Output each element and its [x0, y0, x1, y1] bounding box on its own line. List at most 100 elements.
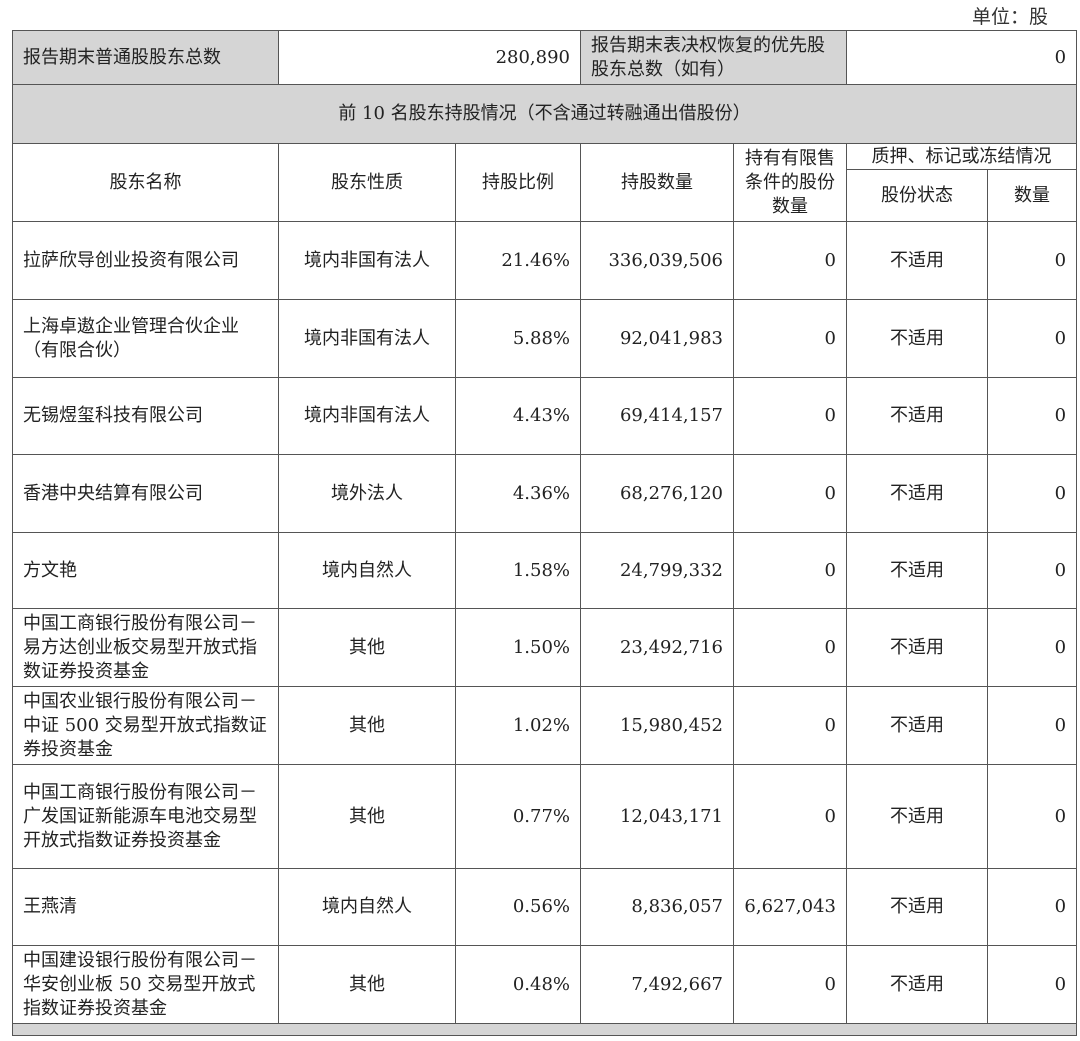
holder-quantity: 24,799,332: [580, 532, 734, 609]
holder-restricted-quantity: 0: [733, 945, 847, 1024]
holder-nature: 境内非国有法人: [278, 299, 456, 378]
holder-restricted-quantity: 6,627,043: [733, 868, 847, 946]
holder-ratio: 4.43%: [455, 377, 581, 455]
preferred-holders-label: 报告期末表决权恢复的优先股股东总数（如有）: [580, 30, 847, 85]
holder-nature: 境外法人: [278, 454, 456, 533]
table-row: 中国工商银行股份有限公司－易方达创业板交易型开放式指数证券投资基金 其他 1.50%…: [12, 608, 1078, 687]
holder-ratio: 1.50%: [455, 608, 581, 687]
holder-quantity: 15,980,452: [580, 686, 734, 765]
header-pledge-status: 股份状态: [846, 169, 988, 222]
holder-pledge-quantity: 0: [986, 945, 1078, 1024]
holder-quantity: 12,043,171: [580, 764, 734, 869]
holder-pledge-status: 不适用: [846, 764, 988, 869]
header-ratio: 持股比例: [455, 143, 581, 222]
header-restricted: 持有有限售条件的股份数量: [733, 143, 847, 222]
holder-quantity: 23,492,716: [580, 608, 734, 687]
holder-name: 王燕清: [12, 868, 279, 946]
holder-ratio: 21.46%: [455, 221, 581, 300]
holder-name: 上海卓遨企业管理合伙企业（有限合伙）: [12, 299, 279, 378]
header-row: 股东名称 股东性质 持股比例 持股数量 持有有限售条件的股份数量 质押、标记或冻…: [12, 143, 1078, 222]
holder-restricted-quantity: 0: [733, 221, 847, 300]
holder-nature: 其他: [278, 764, 456, 869]
summary-row: 报告期末普通股股东总数 280,890 报告期末表决权恢复的优先股股东总数（如有…: [12, 30, 1078, 85]
holder-nature: 境内自然人: [278, 868, 456, 946]
holder-name: 中国建设银行股份有限公司－华安创业板 50 交易型开放式指数证券投资基金: [12, 945, 279, 1024]
holder-pledge-status: 不适用: [846, 377, 988, 455]
holder-name: 方文艳: [12, 532, 279, 609]
holder-nature: 其他: [278, 686, 456, 765]
holder-name: 无锡煜玺科技有限公司: [12, 377, 279, 455]
holder-name: 香港中央结算有限公司: [12, 454, 279, 533]
holder-restricted-quantity: 0: [733, 686, 847, 765]
table-row: 香港中央结算有限公司 境外法人 4.36% 68,276,120 0 不适用 0: [12, 454, 1078, 533]
holder-pledge-status: 不适用: [846, 221, 988, 300]
table-row: 方文艳 境内自然人 1.58% 24,799,332 0 不适用 0: [12, 532, 1078, 609]
table-continuation-row: [11, 1023, 1078, 1036]
holder-pledge-quantity: 0: [986, 454, 1078, 533]
holder-ratio: 0.77%: [455, 764, 581, 869]
holder-pledge-status: 不适用: [846, 454, 988, 533]
holder-ratio: 0.56%: [455, 868, 581, 946]
header-quantity: 持股数量: [580, 143, 734, 222]
section-title-row: 前 10 名股东持股情况（不含通过转融通出借股份）: [11, 84, 1078, 144]
holder-ratio: 4.36%: [455, 454, 581, 533]
table-row: 拉萨欣导创业投资有限公司 境内非国有法人 21.46% 336,039,506 0 不适用…: [12, 221, 1078, 300]
total-holders-label: 报告期末普通股股东总数: [12, 30, 279, 85]
shareholder-rows: 拉萨欣导创业投资有限公司 境内非国有法人 21.46% 336,039,506 0 不适用…: [12, 221, 1078, 1024]
holder-restricted-quantity: 0: [733, 764, 847, 869]
holder-quantity: 69,414,157: [580, 377, 734, 455]
total-holders-value: 280,890: [278, 30, 581, 85]
header-nature: 股东性质: [278, 143, 456, 222]
unit-label: 单位：股: [971, 6, 1048, 28]
holder-ratio: 1.58%: [455, 532, 581, 609]
header-pledge-group: 质押、标记或冻结情况: [845, 143, 1078, 170]
holder-pledge-quantity: 0: [986, 299, 1078, 378]
holder-pledge-status: 不适用: [846, 945, 988, 1024]
holder-quantity: 92,041,983: [580, 299, 734, 378]
holder-nature: 境内自然人: [278, 532, 456, 609]
holder-ratio: 1.02%: [455, 686, 581, 765]
holder-name: 中国农业银行股份有限公司－中证 500 交易型开放式指数证券投资基金: [12, 686, 279, 765]
holder-quantity: 7,492,667: [580, 945, 734, 1024]
holder-pledge-status: 不适用: [846, 299, 988, 378]
table-row: 中国建设银行股份有限公司－华安创业板 50 交易型开放式指数证券投资基金 其他 0.…: [12, 945, 1078, 1024]
holder-pledge-quantity: 0: [986, 221, 1078, 300]
holder-pledge-status: 不适用: [846, 608, 988, 687]
holder-pledge-status: 不适用: [846, 868, 988, 946]
holder-restricted-quantity: 0: [733, 532, 847, 609]
header-name: 股东名称: [12, 143, 279, 222]
holder-restricted-quantity: 0: [733, 377, 847, 455]
holder-ratio: 0.48%: [455, 945, 581, 1024]
table-row: 无锡煜玺科技有限公司 境内非国有法人 4.43% 69,414,157 0 不适用 0: [12, 377, 1078, 455]
table-row: 上海卓遨企业管理合伙企业（有限合伙） 境内非国有法人 5.88% 92,041,983…: [12, 299, 1078, 378]
holder-quantity: 68,276,120: [580, 454, 734, 533]
holder-nature: 境内非国有法人: [278, 377, 456, 455]
header-pledge-quantity: 数量: [986, 169, 1078, 222]
section-title: 前 10 名股东持股情况（不含通过转融通出借股份）: [11, 84, 1078, 144]
shareholder-table: 报告期末普通股股东总数 280,890 报告期末表决权恢复的优先股股东总数（如有…: [11, 30, 1078, 1036]
holder-pledge-quantity: 0: [986, 532, 1078, 609]
holder-restricted-quantity: 0: [733, 454, 847, 533]
preferred-holders-value: 0: [845, 30, 1078, 85]
holder-ratio: 5.88%: [455, 299, 581, 378]
holder-nature: 其他: [278, 608, 456, 687]
holder-nature: 其他: [278, 945, 456, 1024]
holder-pledge-quantity: 0: [986, 377, 1078, 455]
table-row: 中国工商银行股份有限公司－广发国证新能源车电池交易型开放式指数证券投资基金 其他 0…: [12, 764, 1078, 869]
holder-pledge-quantity: 0: [986, 868, 1078, 946]
table-row: 王燕清 境内自然人 0.56% 8,836,057 6,627,043 不适用 0: [12, 868, 1078, 946]
holder-quantity: 8,836,057: [580, 868, 734, 946]
holder-restricted-quantity: 0: [733, 608, 847, 687]
holder-name: 中国工商银行股份有限公司－易方达创业板交易型开放式指数证券投资基金: [12, 608, 279, 687]
holder-pledge-quantity: 0: [986, 764, 1078, 869]
continuation-strip: [11, 1023, 1078, 1036]
holder-pledge-quantity: 0: [986, 686, 1078, 765]
holder-pledge-quantity: 0: [986, 608, 1078, 687]
holder-pledge-status: 不适用: [846, 532, 988, 609]
holder-quantity: 336,039,506: [580, 221, 734, 300]
holder-name: 中国工商银行股份有限公司－广发国证新能源车电池交易型开放式指数证券投资基金: [12, 764, 279, 869]
holder-name: 拉萨欣导创业投资有限公司: [12, 221, 279, 300]
table-row: 中国农业银行股份有限公司－中证 500 交易型开放式指数证券投资基金 其他 1.02…: [12, 686, 1078, 765]
holder-restricted-quantity: 0: [733, 299, 847, 378]
holder-pledge-status: 不适用: [846, 686, 988, 765]
